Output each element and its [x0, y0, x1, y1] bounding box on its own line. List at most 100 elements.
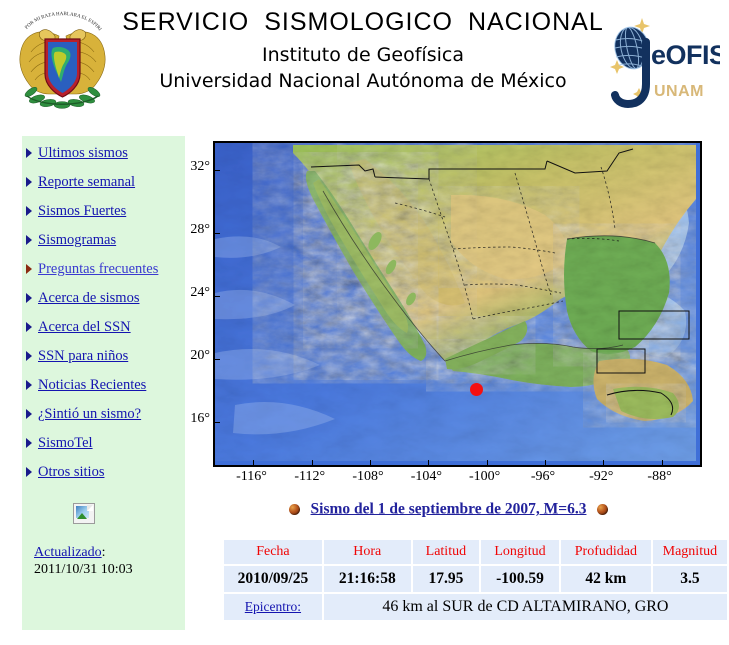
map-x-tick-label: -88°: [647, 469, 672, 484]
sidebar-item-sismos-fuertes[interactable]: Sismos Fuertes: [22, 202, 185, 220]
cell-latitud: 17.95: [410, 564, 482, 594]
column-header-magnitud: Magnitud: [650, 538, 729, 566]
institute-subtitle: Instituto de Geofísica: [262, 44, 464, 66]
bullet-arrow-icon: [26, 177, 32, 187]
cell-profundidad: 42 km: [559, 564, 653, 594]
sidebar-item-label[interactable]: Acerca del SSN: [38, 319, 131, 335]
map-y-tick-mark: [215, 422, 220, 424]
sidebar-item-label[interactable]: Reporte semanal: [38, 174, 135, 190]
column-header-profundidad: Profudidad: [559, 538, 653, 566]
svg-text:UNAM: UNAM: [654, 83, 704, 100]
sidebar-item-label[interactable]: Sismos Fuertes: [38, 203, 126, 219]
map-x-tick-mark: [311, 460, 313, 465]
sidebar-navigation: Ultimos sismos Reporte semanal Sismos Fu…: [22, 136, 185, 630]
map-x-tick-label: -104°: [410, 469, 442, 484]
sidebar-item-label[interactable]: Sismogramas: [38, 232, 116, 248]
header-title-block: SERVICIO SISMOLOGICO NACIONAL Instituto …: [118, 8, 608, 92]
broken-image-placeholder-wrap: [22, 503, 185, 524]
sidebar-item-noticias-recientes[interactable]: Noticias Recientes: [22, 376, 185, 394]
map-y-tick-label: 24°: [190, 285, 210, 301]
sidebar-item-reporte-semanal[interactable]: Reporte semanal: [22, 173, 185, 191]
map-y-tick-label: 28°: [190, 222, 210, 238]
quake-globe-icon: [597, 503, 609, 515]
epicenter-label-cell[interactable]: Epicentro:: [222, 592, 324, 622]
column-header-latitud: Latitud: [410, 538, 482, 566]
map-x-tick-label: -100°: [469, 469, 501, 484]
sidebar-item-sismotel[interactable]: SismoTel: [22, 434, 185, 452]
bullet-arrow-icon: [26, 293, 32, 303]
map-y-tick-label: 16°: [190, 411, 210, 427]
map-x-tick-mark: [486, 460, 488, 465]
sidebar-item-label[interactable]: ¿Sintió un sismo?: [38, 406, 141, 422]
updated-colon: :: [101, 545, 106, 560]
map-x-axis-labels: -116° -112° -108° -104° -100° -96° -92° -88°: [213, 467, 702, 489]
map-y-tick-mark: [215, 170, 220, 172]
bullet-arrow-icon: [26, 467, 32, 477]
map-y-tick-label: 20°: [190, 348, 210, 364]
earthquake-parameters-table: Fecha Hora Latitud Longitud Profudidad M…: [222, 538, 729, 622]
table-header-row: Fecha Hora Latitud Longitud Profudidad M…: [222, 538, 729, 566]
sidebar-item-label[interactable]: SismoTel: [38, 435, 93, 451]
map-x-tick-label: -96°: [530, 469, 556, 484]
bullet-arrow-icon: [26, 148, 32, 158]
map-x-tick-mark: [428, 460, 430, 465]
sidebar-item-ultimos-sismos[interactable]: Ultimos sismos: [22, 144, 185, 162]
sidebar-item-label[interactable]: SSN para niños: [38, 348, 128, 364]
unam-coat-of-arms-logo: POR MI RAZA HABLARA EL ESPIRITU: [11, 6, 114, 118]
map-x-tick-mark: [544, 460, 546, 465]
updated-timestamp: 2011/10/31 10:03: [34, 562, 133, 577]
epicenter-link[interactable]: Epicentro:: [245, 599, 301, 614]
sidebar-item-label[interactable]: Acerca de sismos: [38, 290, 139, 306]
sidebar-item-acerca-de-sismos[interactable]: Acerca de sismos: [22, 289, 185, 307]
column-header-longitud: Longitud: [479, 538, 562, 566]
column-header-hora: Hora: [321, 538, 413, 566]
event-title-row: Sismo del 1 de septiembre de 2007, M=6.3: [176, 500, 721, 518]
sidebar-item-label[interactable]: Noticias Recientes: [38, 377, 146, 393]
sidebar-item-sintio-un-sismo[interactable]: ¿Sintió un sismo?: [22, 405, 185, 423]
cell-magnitud: 3.5: [650, 564, 729, 594]
table-row: 2010/09/25 21:16:58 17.95 -100.59 42 km …: [222, 564, 729, 594]
bullet-arrow-icon: [26, 322, 32, 332]
earthquake-map-area: 32° 28° 24° 20° 16° -116° -112° -108° -1…: [176, 136, 721, 486]
column-header-fecha: Fecha: [222, 538, 324, 566]
cell-fecha: 2010/09/25: [222, 564, 324, 594]
map-x-tick-label: -92°: [589, 469, 614, 484]
cell-hora: 21:16:58: [321, 564, 413, 594]
sidebar-item-otros-sitios[interactable]: Otros sitios: [22, 463, 185, 481]
map-x-tick-label: -112°: [294, 469, 326, 484]
university-subtitle: Universidad Nacional Autónoma de México: [159, 70, 567, 92]
map-x-tick-mark: [603, 460, 605, 465]
map-y-tick-mark: [215, 233, 220, 235]
page-header: POR MI RAZA HABLARA EL ESPIRITU: [0, 0, 729, 125]
broken-image-corner: [86, 505, 93, 511]
sidebar-item-ssn-para-ninos[interactable]: SSN para niños: [22, 347, 185, 365]
map-y-axis-labels: 32° 28° 24° 20° 16°: [176, 136, 210, 468]
bullet-arrow-icon: [26, 235, 32, 245]
epicenter-row: Epicentro: 46 km al SUR de CD ALTAMIRANO…: [222, 592, 729, 622]
sidebar-item-label[interactable]: Ultimos sismos: [38, 145, 128, 161]
map-x-tick-label: -116°: [236, 469, 267, 484]
map-y-tick-label: 32°: [190, 159, 210, 175]
bullet-arrow-icon: [26, 264, 32, 274]
sidebar-item-acerca-del-ssn[interactable]: Acerca del SSN: [22, 318, 185, 336]
sidebar-item-sismogramas[interactable]: Sismogramas: [22, 231, 185, 249]
map-frame[interactable]: [213, 141, 702, 467]
svg-text:eOFISICA: eOFISICA: [651, 40, 720, 70]
cell-longitud: -100.59: [479, 564, 562, 594]
bullet-arrow-icon: [26, 438, 32, 448]
bullet-arrow-icon: [26, 206, 32, 216]
broken-image-icon: [72, 503, 95, 524]
map-x-tick-mark: [661, 460, 663, 465]
map-x-tick-label: -108°: [352, 469, 384, 484]
bullet-arrow-icon: [26, 351, 32, 361]
updated-label[interactable]: Actualizado: [34, 545, 102, 560]
map-x-tick-mark: [253, 460, 255, 465]
event-title-link[interactable]: Sismo del 1 de septiembre de 2007, M=6.3: [311, 500, 587, 517]
sidebar-item-label[interactable]: Preguntas frecuentes: [38, 261, 158, 277]
sidebar-item-preguntas-frecuentes[interactable]: Preguntas frecuentes: [22, 260, 185, 278]
bullet-arrow-icon: [26, 380, 32, 390]
bullet-arrow-icon: [26, 409, 32, 419]
mexico-relief-map[interactable]: [215, 143, 696, 461]
epicenter-value-cell: 46 km al SUR de CD ALTAMIRANO, GRO: [321, 592, 729, 622]
sidebar-item-label[interactable]: Otros sitios: [38, 464, 104, 480]
